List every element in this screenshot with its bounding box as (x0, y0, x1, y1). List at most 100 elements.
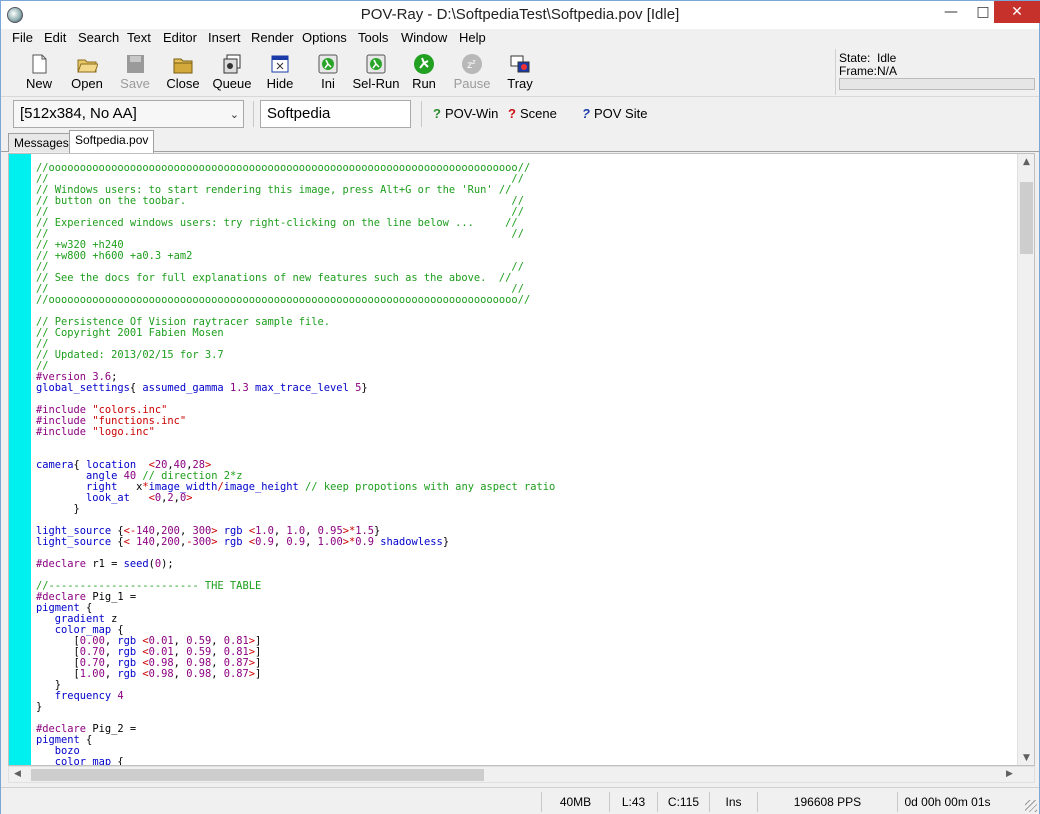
scroll-down-icon[interactable]: ▼ (1018, 750, 1034, 765)
menu-help[interactable]: Help (457, 29, 488, 49)
scene-label: Scene (519, 106, 557, 121)
menu-text[interactable]: Text (125, 29, 153, 49)
queue-label: Queue (212, 76, 252, 91)
ini-runner-icon (318, 54, 338, 74)
open-button[interactable]: Open (61, 51, 113, 95)
code-token: 1.00 (79, 668, 105, 680)
tab-messages[interactable]: Messages (8, 133, 75, 152)
code-line[interactable]: global_settings{ assumed_gamma 1.3 max_t… (36, 383, 555, 394)
code-token: { (129, 382, 143, 394)
code-line[interactable]: frequency 4 (36, 691, 555, 702)
code-token: , (173, 668, 187, 680)
tray-icon (510, 55, 530, 73)
frame-value: N/A (877, 64, 898, 78)
menu-options[interactable]: Options (300, 29, 349, 49)
menu-tools[interactable]: Tools (356, 29, 390, 49)
scroll-left-icon[interactable]: ◀ (9, 767, 26, 782)
close-file-button[interactable]: Close (157, 51, 209, 95)
main-toolbar: New Open Save Close Queue Hide Ini Sel-R… (1, 49, 835, 95)
menu-search[interactable]: Search (76, 29, 121, 49)
editor-gutter[interactable] (9, 154, 31, 765)
file-name-field[interactable]: Softpedia (260, 100, 411, 128)
code-token: > (186, 492, 193, 504)
editor-tabs: Messages Softpedia.pov (1, 130, 1039, 153)
code-token: 140 (136, 536, 155, 548)
code-line[interactable]: [1.00, rgb <0.98, 0.98, 0.87>] (36, 669, 555, 680)
code-token: } (36, 503, 80, 515)
code-token: rgb (223, 536, 249, 548)
horizontal-scroll-thumb[interactable] (31, 769, 484, 781)
code-line[interactable]: // Updated: 2013/02/15 for 3.7 (36, 350, 555, 361)
selrun-button[interactable]: Sel-Run (350, 51, 402, 95)
menu-insert[interactable]: Insert (206, 29, 243, 49)
code-token: shadowless (380, 536, 443, 548)
code-line[interactable]: #declare Pig_2 = (36, 724, 555, 735)
hide-label: Hide (266, 76, 294, 91)
code-token: , (211, 668, 224, 680)
code-token: 0.9 (355, 536, 381, 548)
queue-button[interactable]: Queue (206, 51, 258, 95)
code-line[interactable]: pigment { (36, 735, 555, 746)
code-token: ); (161, 558, 174, 570)
pov-win-help-button[interactable]: ? POV-Win (433, 106, 498, 121)
tab-softpedia-pov[interactable]: Softpedia.pov (69, 130, 155, 153)
scroll-up-icon[interactable]: ▲ (1018, 154, 1034, 171)
code-token: // keep propotions with any aspect ratio (305, 481, 556, 493)
code-line[interactable] (36, 438, 555, 449)
menu-window[interactable]: Window (399, 29, 449, 49)
code-token: , (273, 536, 287, 548)
new-button[interactable]: New (13, 51, 65, 95)
menu-editor[interactable]: Editor (161, 29, 199, 49)
hide-button[interactable]: Hide (254, 51, 306, 95)
code-token: 0.98 (148, 668, 174, 680)
code-token: // Updated: 2013/02/15 for 3.7 (36, 349, 224, 361)
minimize-button[interactable]: — (935, 1, 967, 23)
code-token: assumed_gamma (142, 382, 230, 394)
code-token: 0.87 (223, 668, 249, 680)
code-line[interactable]: #declare r1 = seed(0); (36, 559, 555, 570)
scene-help-button[interactable]: ? Scene (508, 106, 557, 121)
vertical-scroll-thumb[interactable] (1020, 182, 1033, 254)
ini-button[interactable]: Ini (302, 51, 354, 95)
code-line[interactable]: //oooooooooooooooooooooooooooooooooooooo… (36, 295, 555, 306)
code-token: } (361, 382, 368, 394)
code-text[interactable]: //oooooooooooooooooooooooooooooooooooooo… (36, 163, 555, 766)
code-token: < (123, 536, 137, 548)
tray-button[interactable]: Tray (494, 51, 546, 95)
menu-file[interactable]: File (10, 29, 35, 49)
code-line[interactable]: } (36, 504, 555, 515)
code-token: seed (123, 558, 149, 570)
resolution-select[interactable]: [512x384, No AA] ⌄ (13, 100, 244, 128)
code-editor[interactable]: //oooooooooooooooooooooooooooooooooooooo… (8, 153, 1035, 766)
scroll-right-icon[interactable]: ▶ (1001, 767, 1018, 782)
code-line[interactable]: } (36, 702, 555, 713)
code-line[interactable]: color_map { (36, 757, 555, 766)
menu-render[interactable]: Render (249, 29, 296, 49)
code-token: color_map (54, 756, 118, 766)
hide-window-icon (271, 55, 289, 73)
menu-edit[interactable]: Edit (42, 29, 68, 49)
code-line[interactable]: // Copyright 2001 Fabien Mosen (36, 328, 555, 339)
code-token: "logo.inc" (92, 426, 155, 438)
code-line[interactable]: look_at <0,2,0> (36, 493, 555, 504)
code-token: 1.00 (317, 536, 343, 548)
horizontal-scrollbar[interactable]: ◀ ▶ (8, 766, 1035, 783)
title-bar[interactable]: POV-Ray - D:\SoftpediaTest\Softpedia.pov… (1, 1, 1040, 29)
code-line[interactable]: #include "logo.inc" (36, 427, 555, 438)
code-line[interactable]: #declare Pig_1 = (36, 592, 555, 603)
code-token: Pig_1 = (92, 591, 137, 603)
save-button[interactable]: Save (109, 51, 161, 95)
selrun-label: Sel-Run (352, 76, 400, 91)
run-button[interactable]: Run (398, 51, 450, 95)
code-token: rgb (117, 668, 143, 680)
pause-button[interactable]: zz Pause (446, 51, 498, 95)
close-window-button[interactable]: ✕ (994, 1, 1040, 23)
code-line[interactable]: light_source {< 140,200,-300> rgb <0.9, … (36, 537, 555, 548)
open-label: Open (71, 76, 103, 91)
resize-grip-icon[interactable] (1025, 800, 1037, 812)
code-token: { (117, 756, 124, 766)
chevron-down-icon[interactable]: ⌄ (230, 102, 239, 128)
vertical-scrollbar[interactable]: ▲ ▼ (1017, 154, 1034, 765)
code-token: image_height (223, 481, 306, 493)
pov-site-button[interactable]: ? POV Site (582, 106, 647, 121)
